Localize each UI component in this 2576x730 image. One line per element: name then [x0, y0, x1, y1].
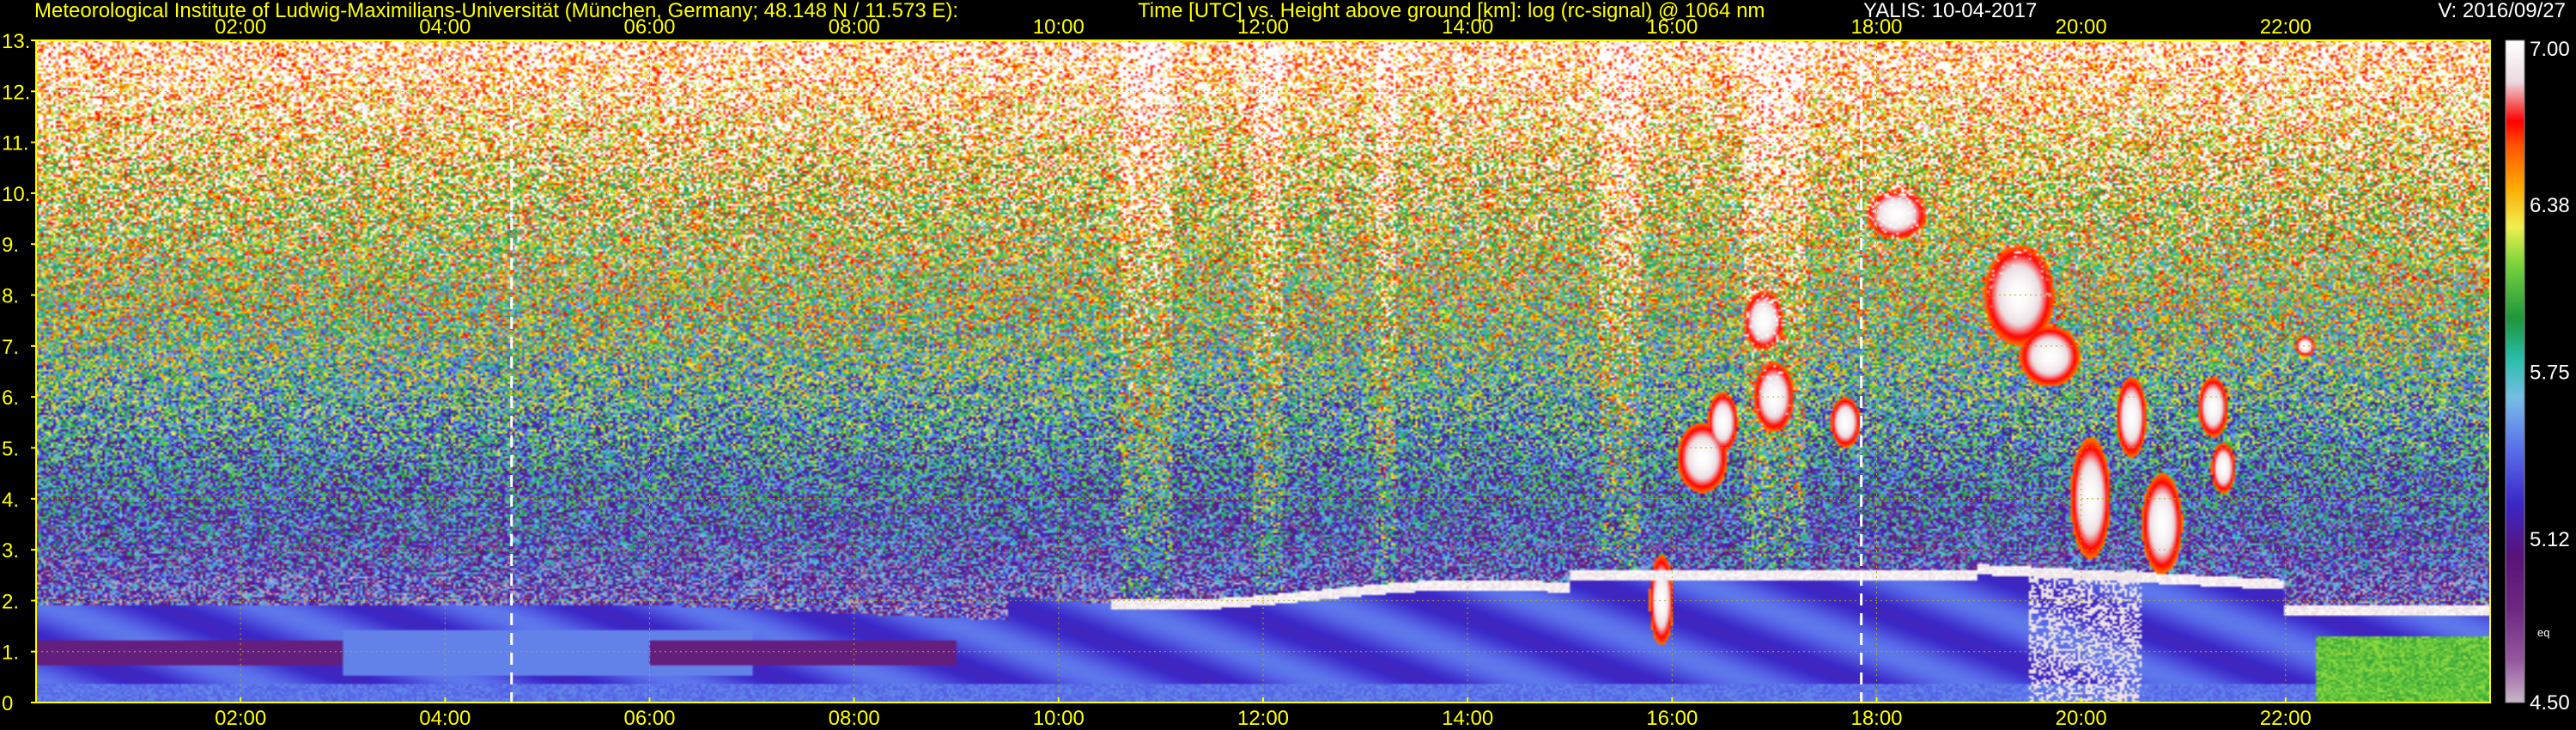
- x-tick-label-top: 04:00: [419, 15, 471, 39]
- y-tick-label: 2.: [2, 590, 19, 613]
- lidar-chart: Meteorological Institute of Ludwig-Maxim…: [2, 0, 2570, 730]
- y-tick-label: 13.: [2, 30, 30, 53]
- colorbar-label: 7.00: [2530, 38, 2570, 61]
- x-tick-label-top: 16:00: [1646, 15, 1698, 39]
- colorbar-label: 4.50: [2530, 691, 2570, 715]
- header-institute: Meteorological Institute of Ludwig-Maxim…: [34, 0, 958, 22]
- y-tick-label: 5.: [2, 437, 19, 460]
- y-axis: 0 1. 2. 3. 4. 5. 6. 7. 8. 9. 10. 11. 12. 13.: [2, 30, 36, 715]
- colorbar-label: 5.75: [2530, 362, 2570, 385]
- x-tick-label-bottom: 16:00: [1646, 707, 1698, 730]
- colorbar-labels: 7.00 6.38 5.75 5.12 4.50 eq: [2530, 38, 2570, 715]
- x-tick-label-bottom: 02:00: [215, 707, 266, 730]
- colorbar-extra-label: eq: [2537, 626, 2549, 639]
- x-tick-label-bottom: 10:00: [1033, 707, 1084, 730]
- y-tick-label: 9.: [2, 234, 19, 257]
- y-tick-label: 10.: [2, 183, 30, 206]
- header: Meteorological Institute of Ludwig-Maxim…: [34, 0, 2566, 22]
- x-tick-label-bottom: 06:00: [623, 707, 675, 730]
- y-tick-label: 8.: [2, 285, 19, 308]
- header-version: V: 2016/09/27: [2438, 0, 2566, 22]
- y-tick-label: 1.: [2, 642, 19, 665]
- x-tick-label-top: 18:00: [1850, 15, 1902, 39]
- x-tick-label-top: 06:00: [623, 15, 675, 39]
- x-tick-label-top: 20:00: [2056, 15, 2107, 39]
- x-tick-label-top: 12:00: [1237, 15, 1289, 39]
- x-tick-label-bottom: 14:00: [1442, 707, 1493, 730]
- y-tick-label: 12.: [2, 81, 30, 104]
- x-tick-label-top: 14:00: [1442, 15, 1493, 39]
- y-tick-label: 4.: [2, 489, 19, 512]
- y-tick-label: 0: [2, 692, 13, 715]
- y-tick-label: 6.: [2, 386, 19, 410]
- x-tick-label-bottom: 08:00: [829, 707, 880, 730]
- y-tick-label: 7.: [2, 336, 19, 359]
- colorbar-label: 6.38: [2530, 194, 2570, 217]
- y-tick-label: 3.: [2, 539, 19, 563]
- x-tick-label-bottom: 22:00: [2260, 707, 2312, 730]
- x-tick-label-bottom: 20:00: [2056, 707, 2107, 730]
- x-tick-label-top: 22:00: [2260, 15, 2312, 39]
- x-tick-label-bottom: 12:00: [1237, 707, 1289, 730]
- x-tick-label-top: 10:00: [1033, 15, 1084, 39]
- x-tick-label-top: 08:00: [829, 15, 880, 39]
- x-tick-label-bottom: 04:00: [419, 707, 471, 730]
- colorbar: [2506, 40, 2524, 703]
- colorbar-label: 5.12: [2530, 528, 2570, 551]
- y-tick-label: 11.: [2, 132, 29, 155]
- x-tick-label-top: 02:00: [215, 15, 266, 39]
- x-tick-label-bottom: 18:00: [1850, 707, 1902, 730]
